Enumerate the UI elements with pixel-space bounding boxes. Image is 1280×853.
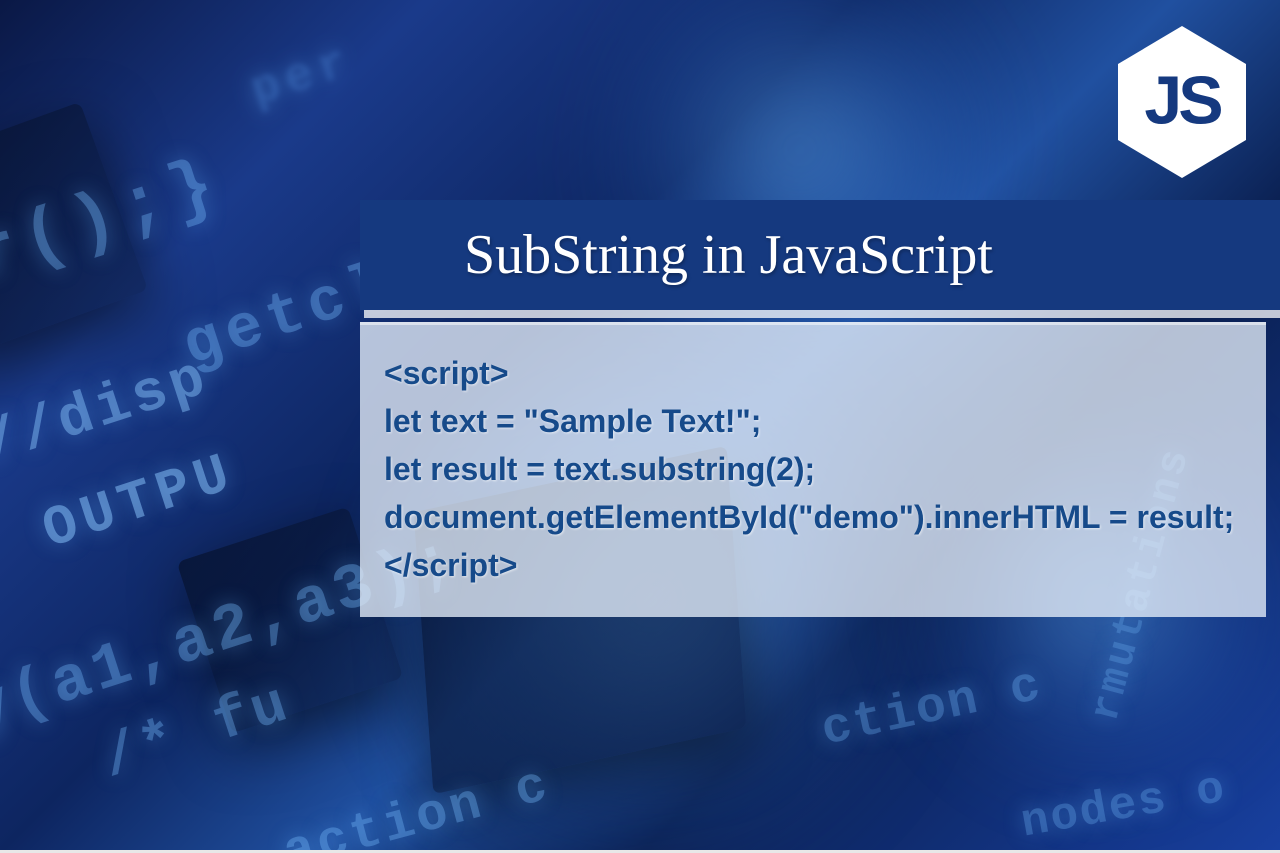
code-line: let result = text.substring(2); [384,445,1242,493]
code-line: </script> [384,541,1242,589]
decorative-code-text: OUTPU [35,441,243,563]
code-line: document.getElementById("demo").innerHTM… [384,493,1242,541]
code-line: <script> [384,349,1242,397]
code-example-panel: <script> let text = "Sample Text!"; let … [360,322,1266,617]
decorative-code-text: per [244,35,360,119]
js-logo: JS [1112,22,1252,182]
title-bar: SubString in JavaScript [360,200,1280,310]
code-line: let text = "Sample Text!"; [384,397,1242,445]
logo-text: JS [1144,61,1219,139]
hexagon-icon: JS [1112,22,1252,182]
page-title: SubString in JavaScript [464,223,993,287]
